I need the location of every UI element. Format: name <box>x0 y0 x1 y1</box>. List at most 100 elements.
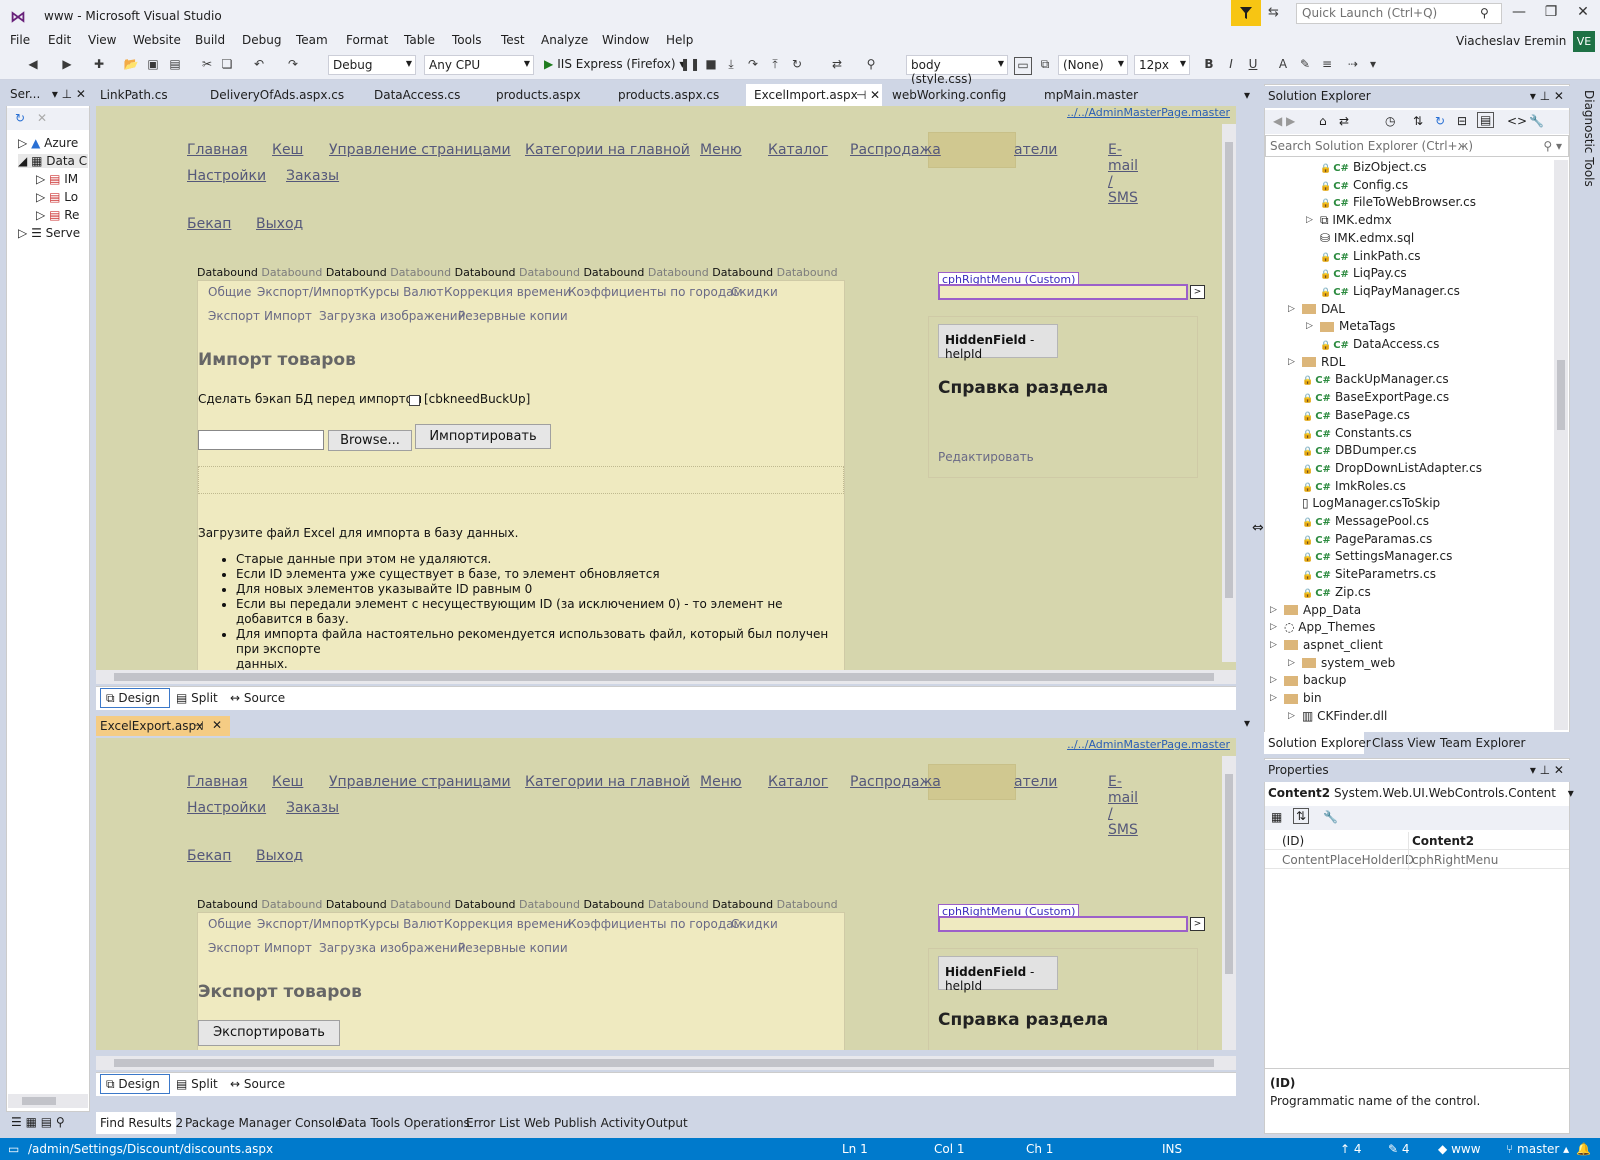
tree-item[interactable]: 🔒 C# DataAccess.cs <box>1320 337 1439 351</box>
menu-website[interactable]: Website <box>133 33 181 47</box>
tab-dataaccess-cs[interactable]: DataAccess.cs <box>374 88 460 102</box>
toolbar-overflow-icon[interactable]: ▾ <box>1364 57 1382 75</box>
tab-split[interactable]: ▤ Split <box>176 691 218 705</box>
nav-link-email-line3[interactable]: / <box>1108 806 1113 822</box>
design-surface-excelimport[interactable]: ../../AdminMasterPage.master Главная Кеш… <box>96 106 1236 670</box>
tree-item[interactable]: 🔒 C# BaseExportPage.cs <box>1302 390 1449 404</box>
horizontal-scrollbar[interactable] <box>96 1056 1236 1070</box>
tree-item[interactable]: ⛁ IMK.edmx.sql <box>1320 231 1414 245</box>
tree-item[interactable]: ▷ RDL <box>1288 355 1345 369</box>
sub-nav-city-coefficients[interactable]: Коэффициенты по городам <box>568 285 743 299</box>
nav-link-home[interactable]: Главная <box>187 142 247 158</box>
undo-icon[interactable]: ↶ <box>250 57 268 75</box>
vertical-scrollbar[interactable] <box>1222 124 1236 662</box>
tree-item[interactable]: 🔒 C# FileToWebBrowser.cs <box>1320 195 1476 209</box>
tab-linkpath-cs[interactable]: LinkPath.cs <box>100 88 168 102</box>
property-value[interactable]: cphRightMenu <box>1412 853 1498 867</box>
bold-button[interactable]: B <box>1200 57 1218 75</box>
properties-icon[interactable]: 🔧 <box>1529 114 1544 128</box>
tree-item[interactable]: 🔒 C# SiteParametrs.cs <box>1302 567 1436 581</box>
scrollbar-thumb[interactable] <box>1225 774 1233 974</box>
pin-icon[interactable]: ⊣ <box>856 88 866 102</box>
diagnostic-tools-tab[interactable]: Diagnostic Tools <box>1574 86 1596 286</box>
tree-item[interactable]: 🔒 C# BizObject.cs <box>1320 160 1427 174</box>
menu-edit[interactable]: Edit <box>48 33 71 47</box>
refresh-icon[interactable]: ↻ <box>1435 114 1445 128</box>
scrollbar-thumb[interactable] <box>22 1097 56 1105</box>
nav-link-home[interactable]: Главная <box>187 774 247 790</box>
master-page-link[interactable]: ../../AdminMasterPage.master <box>1067 738 1230 751</box>
design-surface-excelexport[interactable]: ../../AdminMasterPage.master Главная Кеш… <box>96 738 1236 1050</box>
nav-link-orders[interactable]: Заказы <box>286 800 339 816</box>
tree-item[interactable]: 🔒 C# LiqPayManager.cs <box>1320 284 1460 298</box>
scrollbar-thumb[interactable] <box>1557 360 1565 430</box>
open-file-icon[interactable]: 📂 <box>122 57 140 75</box>
tab-web-publish-activity[interactable]: Web Publish Activity <box>524 1116 645 1130</box>
tree-item-connection[interactable]: ▷ ▤ Re <box>36 208 88 222</box>
tree-item[interactable]: 🔒 C# PageParamas.cs <box>1302 532 1432 546</box>
tree-item-data-connections[interactable]: ◢ ▦ Data C <box>18 154 88 168</box>
nav-link-email-line2[interactable]: mail <box>1108 158 1138 174</box>
position-icon[interactable]: ⧉ <box>1036 57 1054 75</box>
font-size-select[interactable]: 12px ▼ <box>1134 55 1190 75</box>
vertical-scrollbar[interactable] <box>1554 160 1568 730</box>
tab-products-aspx[interactable]: products.aspx <box>496 88 581 102</box>
import-button[interactable]: Импортировать <box>415 424 551 449</box>
property-pages-icon[interactable]: 🔧 <box>1323 810 1338 824</box>
sub-nav-image-upload[interactable]: Загрузка изображений <box>319 941 465 955</box>
menu-help[interactable]: Help <box>666 33 693 47</box>
nav-link-email-line4[interactable]: SMS <box>1108 822 1138 838</box>
nav-link-email-line2[interactable]: mail <box>1108 790 1138 806</box>
tree-item[interactable]: 🔒 C# LiqPay.cs <box>1320 266 1407 280</box>
menu-window[interactable]: Window <box>602 33 649 47</box>
horizontal-scrollbar[interactable] <box>8 1094 88 1108</box>
nav-link-settings[interactable]: Настройки <box>187 800 266 816</box>
style-target-select[interactable]: body (style.css) ▼ <box>906 55 1008 86</box>
insert-link-icon[interactable]: ⇢ <box>1344 57 1362 75</box>
nav-link-users[interactable]: атели <box>1014 774 1057 790</box>
scrollbar-thumb[interactable] <box>114 673 1214 681</box>
sub-nav-time-correction[interactable]: Коррекция времени <box>444 917 571 931</box>
redo-icon[interactable]: ↷ <box>284 57 302 75</box>
menu-file[interactable]: File <box>10 33 30 47</box>
hidden-field-control[interactable]: HiddenField - helpId <box>938 956 1058 993</box>
find-icon[interactable]: ⚲ <box>862 57 880 75</box>
notifications-icon[interactable]: 🔔 <box>1576 1142 1591 1156</box>
smart-tag-arrow-icon[interactable]: > <box>1190 285 1205 299</box>
highlight-icon[interactable]: ✎ <box>1296 57 1314 75</box>
nav-link-settings[interactable]: Настройки <box>187 168 266 184</box>
nav-link-categories[interactable]: Категории на главной <box>525 142 690 158</box>
collapse-all-icon[interactable]: ⊟ <box>1457 114 1467 128</box>
browse-button[interactable]: Browse... <box>328 430 412 451</box>
file-path-input[interactable] <box>198 430 324 450</box>
tab-split[interactable]: ▤ Split <box>176 1077 218 1091</box>
stop-icon[interactable]: ■ <box>702 57 720 75</box>
status-unpublished-commits[interactable]: ↑ 4 <box>1340 1142 1362 1156</box>
tab-team-explorer[interactable]: Team Explorer <box>1440 736 1526 750</box>
horizontal-scrollbar[interactable] <box>96 670 1236 684</box>
pin-icon[interactable]: ⊣ <box>194 719 204 732</box>
font-name-select[interactable]: (None) ▼ <box>1058 55 1128 75</box>
expand-icon[interactable]: ▷ <box>1288 711 1295 721</box>
smart-tag-arrow-icon[interactable]: > <box>1190 917 1205 931</box>
expand-icon[interactable]: ▷ <box>1270 640 1277 650</box>
sub-nav-city-coefficients[interactable]: Коэффициенты по городам <box>568 917 743 931</box>
nav-link-pages[interactable]: Управление страницами <box>329 142 511 158</box>
tree-item[interactable]: ▷ bin <box>1270 691 1322 705</box>
tab-webworking-config[interactable]: webWorking.config <box>892 88 1006 102</box>
sub-nav-export[interactable]: Экспорт <box>208 941 260 955</box>
status-branch[interactable]: ⑂ master ▴ <box>1506 1142 1569 1156</box>
sub-nav-image-upload[interactable]: Загрузка изображений <box>319 309 465 323</box>
tab-error-list[interactable]: Error List <box>466 1116 520 1130</box>
tab-list-dropdown-icon[interactable]: ▾ <box>1244 88 1250 102</box>
tab-package-manager-console[interactable]: Package Manager Console <box>185 1116 343 1130</box>
maximize-button[interactable]: ❐ <box>1536 4 1566 26</box>
tree-item-connection[interactable]: ▷ ▤ Lo <box>36 190 88 204</box>
scrollbar-thumb[interactable] <box>114 1059 1214 1067</box>
tree-item-servers[interactable]: ▷ ☰ Serve <box>18 226 88 240</box>
tab-design[interactable]: ⧉ Design <box>106 691 160 706</box>
content-placeholder-box[interactable] <box>938 916 1188 932</box>
solution-tree[interactable]: 🔒 C# BizObject.cs 🔒 C# Config.cs 🔒 C# FileToWebB… <box>1266 160 1554 730</box>
master-page-link[interactable]: ../../AdminMasterPage.master <box>1067 106 1230 119</box>
tree-item[interactable]: ▷ DAL <box>1288 302 1345 316</box>
